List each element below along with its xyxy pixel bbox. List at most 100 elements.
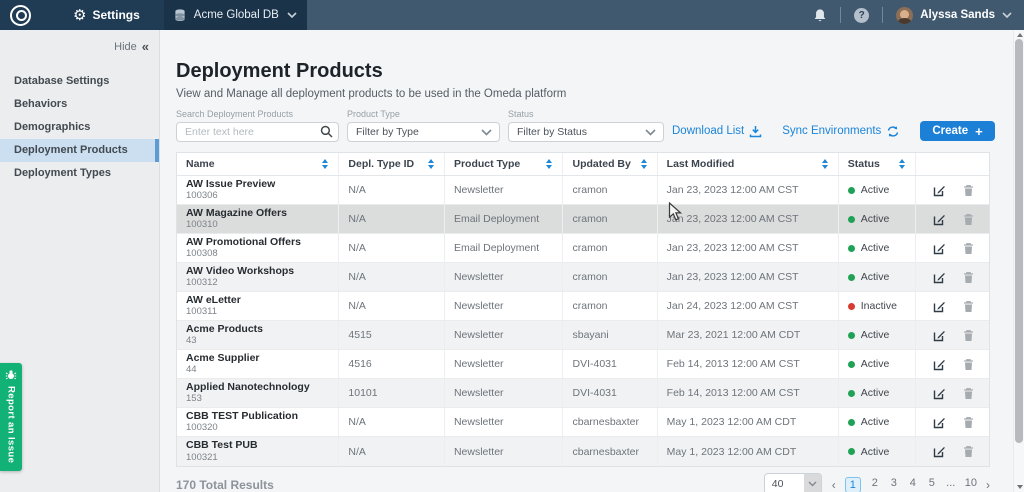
sort-icon[interactable] — [822, 159, 828, 169]
sort-icon[interactable] — [546, 159, 552, 169]
actions-cell — [916, 205, 989, 233]
page-number[interactable]: 3 — [889, 477, 899, 492]
create-button[interactable]: Create + — [920, 121, 994, 141]
edit-button[interactable] — [933, 300, 946, 313]
sidebar-item[interactable]: Deployment Types — [0, 162, 159, 185]
search-input[interactable] — [176, 122, 339, 142]
delete-button[interactable] — [963, 184, 974, 197]
column-header[interactable]: Product Type — [445, 153, 564, 175]
last-modified-cell: May 1, 2023 12:00 AM CDT — [658, 437, 839, 466]
product-name: CBB Test PUB — [186, 440, 258, 452]
deployment-products-table: Name Depl. Type ID Product Type Updated … — [176, 152, 990, 467]
sidebar-item[interactable]: Behaviors — [0, 93, 159, 116]
sort-icon[interactable] — [428, 159, 434, 169]
name-cell: AW Promotional Offers 100308 — [177, 234, 339, 262]
edit-button[interactable] — [933, 329, 946, 342]
scroll-down-arrow-icon[interactable] — [1017, 485, 1023, 489]
notifications-bell-icon[interactable] — [813, 8, 827, 23]
table-row[interactable]: Acme Products 43 4515 Newsletter sbayani… — [177, 321, 989, 350]
actions-cell — [916, 350, 989, 378]
page-number[interactable]: 4 — [908, 477, 918, 492]
edit-button[interactable] — [933, 445, 946, 458]
depl-type-id-cell: N/A — [339, 437, 445, 466]
edit-button[interactable] — [933, 387, 946, 400]
page-number[interactable]: 10 — [965, 477, 977, 492]
column-header[interactable]: Name — [177, 153, 339, 175]
table-row[interactable]: CBB Test PUB 100321 N/A Newsletter cbarn… — [177, 437, 989, 466]
sort-icon[interactable] — [899, 159, 905, 169]
table-row[interactable]: Acme Supplier 44 4516 Newsletter DVI-403… — [177, 350, 989, 379]
delete-button[interactable] — [963, 271, 974, 284]
sidebar-item[interactable]: Demographics — [0, 116, 159, 139]
last-modified-cell: Jan 23, 2023 12:00 AM CST — [658, 205, 839, 233]
page-nav: ‹ 12345... 10 › — [832, 473, 990, 492]
delete-button[interactable] — [963, 387, 974, 400]
column-header[interactable]: Depl. Type ID — [339, 153, 445, 175]
status-cell: Active — [839, 350, 916, 378]
edit-button[interactable] — [933, 358, 946, 371]
prev-page-button[interactable]: ‹ — [832, 478, 836, 492]
column-header[interactable]: Updated By — [563, 153, 657, 175]
edit-button[interactable] — [933, 416, 946, 429]
user-menu[interactable]: Alyssa Sands — [896, 7, 1012, 24]
delete-button[interactable] — [963, 242, 974, 255]
table-row[interactable]: AW eLetter 100311 N/A Newsletter cramon … — [177, 292, 989, 321]
edit-button[interactable] — [933, 184, 946, 197]
product-name: CBB TEST Publication — [186, 411, 298, 423]
delete-button[interactable] — [963, 416, 974, 429]
delete-button[interactable] — [963, 358, 974, 371]
status-label: Active — [861, 329, 890, 341]
table-row[interactable]: AW Issue Preview 100306 N/A Newsletter c… — [177, 176, 989, 205]
status-label: Active — [861, 416, 890, 428]
page-number[interactable]: 2 — [870, 477, 880, 492]
delete-button[interactable] — [963, 329, 974, 342]
download-list-button[interactable]: Download List — [672, 125, 762, 138]
depl-type-id-cell: N/A — [339, 205, 445, 233]
database-selector[interactable]: Acme Global DB — [164, 0, 307, 30]
status-cell: Active — [839, 205, 916, 233]
status-select[interactable]: Filter by Status — [508, 122, 664, 142]
settings-sidebar: Hide « Database Settings Behaviors Demog… — [0, 30, 160, 492]
vertical-scrollbar[interactable] — [1013, 30, 1024, 492]
sync-environments-button[interactable]: Sync Environments — [782, 125, 900, 138]
edit-button[interactable] — [933, 271, 946, 284]
table-row[interactable]: AW Promotional Offers 100308 N/A Email D… — [177, 234, 989, 263]
sort-icon[interactable] — [322, 159, 328, 169]
column-header-label: Updated By — [572, 158, 630, 170]
sidebar-item[interactable]: Deployment Products — [0, 139, 159, 162]
delete-button[interactable] — [963, 300, 974, 313]
product-type-cell: Newsletter — [445, 321, 564, 349]
report-an-issue-button[interactable]: Report an Issue — [0, 363, 22, 471]
delete-button[interactable] — [963, 213, 974, 226]
page-number[interactable]: 1 — [845, 477, 861, 492]
table-row[interactable]: AW Magazine Offers 100310 N/A Email Depl… — [177, 205, 989, 234]
name-cell: AW Issue Preview 100306 — [177, 176, 339, 204]
next-page-button[interactable]: › — [986, 478, 990, 492]
scroll-up-arrow-icon[interactable] — [1017, 33, 1023, 37]
help-icon[interactable]: ? — [854, 8, 869, 23]
product-type-cell: Newsletter — [445, 292, 564, 320]
column-header[interactable]: Status — [839, 153, 916, 175]
scrollbar-thumb[interactable] — [1015, 39, 1023, 443]
hide-sidebar-button[interactable]: Hide « — [0, 30, 159, 54]
product-id: 100306 — [186, 190, 218, 201]
status-label: Active — [861, 358, 890, 370]
page-size-select[interactable]: 40 — [764, 473, 822, 492]
column-header[interactable]: Last Modified — [658, 153, 839, 175]
page-number[interactable]: ... — [946, 477, 956, 492]
updated-by-cell: cbarnesbaxter — [563, 437, 657, 466]
sort-icon[interactable] — [641, 159, 647, 169]
page-number[interactable]: 5 — [927, 477, 937, 492]
updated-by-cell: cramon — [563, 205, 657, 233]
edit-button[interactable] — [933, 242, 946, 255]
table-row[interactable]: Applied Nanotechnology 153 10101 Newslet… — [177, 379, 989, 408]
settings-menu[interactable]: ⚙ Settings — [73, 8, 140, 23]
omeda-logo-icon[interactable] — [10, 5, 31, 26]
table-row[interactable]: AW Video Workshops 100312 N/A Newsletter… — [177, 263, 989, 292]
actions-cell — [916, 292, 989, 320]
sidebar-item[interactable]: Database Settings — [0, 70, 159, 93]
product-type-select[interactable]: Filter by Type — [347, 122, 500, 142]
delete-button[interactable] — [963, 445, 974, 458]
table-row[interactable]: CBB TEST Publication 100320 N/A Newslett… — [177, 408, 989, 437]
edit-button[interactable] — [933, 213, 946, 226]
